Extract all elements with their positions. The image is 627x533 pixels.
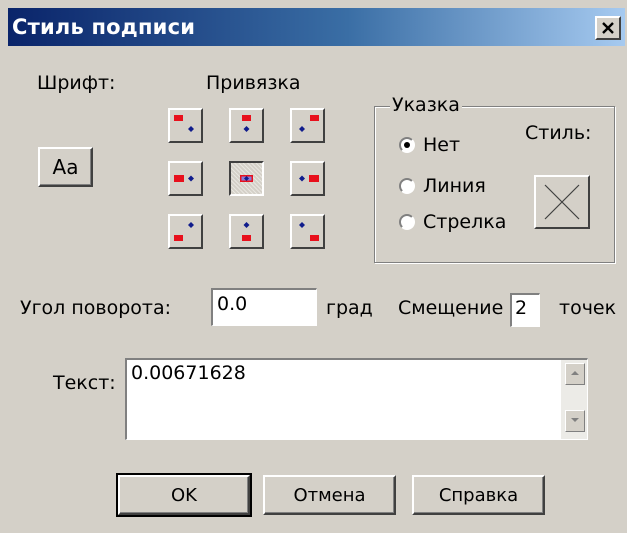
anchor-bottom-left-icon xyxy=(174,222,194,241)
text-area-value: 0.00671628 xyxy=(131,362,246,384)
font-button[interactable]: Aa xyxy=(38,147,93,187)
cross-line-style-icon xyxy=(544,184,580,220)
ok-button[interactable]: OK xyxy=(116,473,252,517)
scroll-down-button[interactable] xyxy=(565,410,585,432)
anchor-bottom-left-button[interactable] xyxy=(168,214,203,249)
anchor-top-center-button[interactable] xyxy=(229,108,264,143)
text-area[interactable]: 0.00671628 xyxy=(125,358,588,440)
scroll-up-button[interactable] xyxy=(565,363,585,385)
pointer-arrow-radio[interactable] xyxy=(399,214,415,230)
label-style-dialog: Стиль подписи Шрифт: Aa Привязка Указка … xyxy=(0,0,627,533)
title-bar[interactable]: Стиль подписи xyxy=(8,8,625,46)
offset-label: Смещение xyxy=(398,297,504,319)
text-area-scrollbar[interactable] xyxy=(561,360,587,439)
anchor-top-left-icon xyxy=(174,115,194,132)
help-button[interactable]: Справка xyxy=(412,475,545,515)
anchor-top-right-icon xyxy=(299,115,319,132)
offset-unit: точек xyxy=(559,297,617,319)
pointer-line-label[interactable]: Линия xyxy=(423,175,486,197)
arrow-up-icon xyxy=(571,371,579,375)
cancel-button[interactable]: Отмена xyxy=(263,475,396,515)
anchor-top-left-button[interactable] xyxy=(168,108,203,143)
anchor-middle-right-button[interactable] xyxy=(290,161,325,196)
pointer-group-legend: Указка xyxy=(390,94,462,116)
window-title: Стиль подписи xyxy=(12,15,196,39)
anchor-center-button[interactable] xyxy=(229,161,264,196)
radio-dot-icon xyxy=(404,142,410,148)
anchor-middle-left-icon xyxy=(174,175,194,182)
pointer-line-radio[interactable] xyxy=(399,178,415,194)
offset-input[interactable]: 2 xyxy=(510,293,540,327)
rotation-unit: град xyxy=(326,297,373,319)
arrow-down-icon xyxy=(571,418,579,422)
anchor-middle-left-button[interactable] xyxy=(168,161,203,196)
anchor-center-icon xyxy=(240,175,253,182)
anchor-top-right-button[interactable] xyxy=(290,108,325,143)
pointer-style-label: Стиль: xyxy=(525,122,592,144)
anchor-bottom-right-button[interactable] xyxy=(290,214,325,249)
anchor-top-center-icon xyxy=(242,115,251,132)
anchor-bottom-center-button[interactable] xyxy=(229,214,264,249)
rotation-input[interactable]: 0.0 xyxy=(211,288,317,326)
close-button[interactable] xyxy=(595,16,621,40)
pointer-none-radio[interactable] xyxy=(399,137,415,153)
font-label: Шрифт: xyxy=(37,72,116,94)
text-label: Текст: xyxy=(53,372,116,394)
anchor-bottom-right-icon xyxy=(299,222,319,241)
anchor-bottom-center-icon xyxy=(242,222,251,241)
pointer-style-button[interactable] xyxy=(534,175,590,229)
pointer-none-label[interactable]: Нет xyxy=(423,134,460,156)
rotation-label: Угол поворота: xyxy=(20,297,172,319)
anchor-middle-right-icon xyxy=(299,175,319,182)
close-icon xyxy=(602,22,614,34)
pointer-arrow-label[interactable]: Стрелка xyxy=(423,211,506,233)
anchor-label: Привязка xyxy=(206,72,301,94)
